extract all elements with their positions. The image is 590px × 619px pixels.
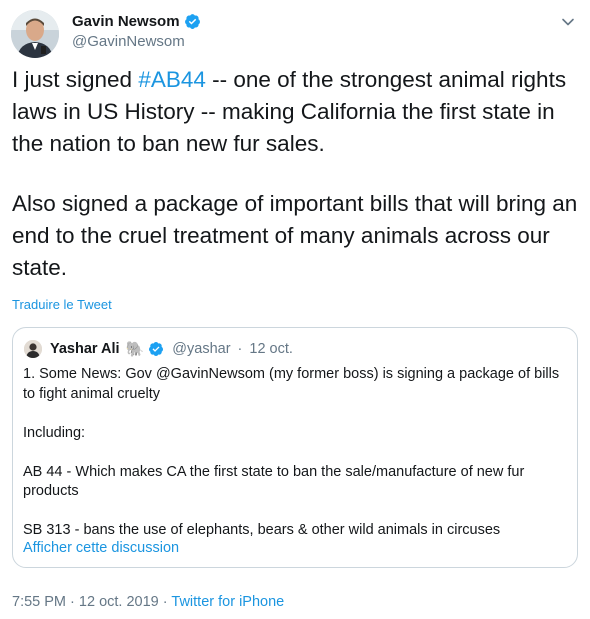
tweet-text-pre: I just signed [12,67,139,92]
author-name[interactable]: Gavin Newsom [72,13,180,30]
tweet-time[interactable]: 7:55 PM [12,594,66,610]
quoted-separator: · [237,341,243,357]
tweet-paragraph-1: I just signed #AB44 -- one of the strong… [12,64,578,160]
tweet-date[interactable]: 12 oct. 2019 [79,594,159,610]
quoted-paragraph: AB 44 - Which makes CA the first state t… [23,463,525,500]
translate-tweet-link[interactable]: Traduire le Tweet [12,297,112,312]
quoted-paragraph: Including: [23,424,86,441]
author-handle[interactable]: @GavinNewsom [72,33,185,50]
tweet-card: Gavin Newsom @GavinNewsom I just signed … [0,0,590,619]
tweet-text: I just signed #AB44 -- one of the strong… [12,64,578,284]
quoted-paragraph: SB 313 - bans the use of elephants, bear… [23,522,501,538]
quoted-author-name: Yashar Ali [50,341,120,357]
quoted-author-handle: @yashar [172,341,231,357]
quoted-date: 12 oct. [249,341,293,357]
quoted-tweet-header: Yashar Ali 🐘 @yashar · 12 oct. [24,339,293,359]
meta-separator: · [162,594,168,610]
author-name-row: Gavin Newsom [72,11,201,31]
verified-badge-icon [149,342,164,356]
tweet-metadata: 7:55 PM · 12 oct. 2019 · Twitter for iPh… [12,594,284,610]
author-avatar[interactable] [11,10,59,58]
elephant-emoji-icon: 🐘 [125,340,145,358]
quoted-tweet-text: 1. Some News: Gov @GavinNewsom (my forme… [23,365,568,541]
show-thread-link[interactable]: Afficher cette discussion [23,540,179,556]
chevron-down-icon[interactable] [560,14,576,30]
hashtag-link[interactable]: #AB44 [138,67,206,92]
quoted-tweet[interactable]: Yashar Ali 🐘 @yashar · 12 oct. 1. Some N… [12,327,578,568]
tweet-source-link[interactable]: Twitter for iPhone [171,594,284,610]
tweet-paragraph-2: Also signed a package of important bills… [12,191,578,280]
verified-badge-icon [184,13,200,29]
meta-separator: · [70,594,75,610]
quoted-author-avatar [24,340,42,358]
quoted-paragraph: 1. Some News: Gov @GavinNewsom (my forme… [23,366,560,402]
